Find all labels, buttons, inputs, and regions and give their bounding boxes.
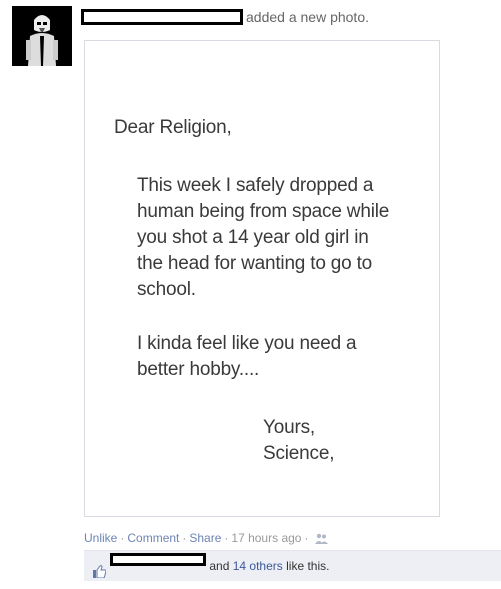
post-header-text: added a new photo. <box>246 9 369 25</box>
letter-signature: Science, <box>263 443 335 464</box>
letter-paragraph-1: This week I safely dropped a human being… <box>137 175 390 300</box>
others-link[interactable]: 14 others <box>233 559 283 573</box>
profile-avatar[interactable] <box>12 6 72 66</box>
likes-and: and <box>209 559 230 573</box>
letter-salutation: Dear Religion, <box>114 117 232 138</box>
unlike-link[interactable]: Unlike <box>84 531 117 545</box>
share-link[interactable]: Share <box>189 531 221 545</box>
friends-icon[interactable] <box>315 533 329 547</box>
letter-signoff: Yours, Science, <box>263 415 334 467</box>
redacted-liker-name <box>110 553 206 566</box>
redacted-name <box>81 9 243 25</box>
likes-suffix: like this. <box>286 559 330 573</box>
post-photo[interactable]: Dear Religion, This week I safely droppe… <box>84 40 440 517</box>
letter-paragraph-2: I kinda feel like you need a better hobb… <box>137 333 357 380</box>
thumbs-up-icon <box>92 559 107 589</box>
separator: · <box>304 531 309 545</box>
post-timestamp[interactable]: 17 hours ago <box>231 531 301 545</box>
comment-link[interactable]: Comment <box>127 531 179 545</box>
stormtrooper-icon <box>12 6 72 66</box>
likes-text: and 14 others like this. <box>110 551 329 581</box>
post-actions: Unlike · Comment · Share · 17 hours ago · <box>84 531 329 547</box>
separator: · <box>224 531 229 545</box>
separator: · <box>120 531 125 545</box>
letter-closing: Yours, <box>263 417 315 438</box>
likes-bar: and 14 others like this. <box>84 550 501 581</box>
separator: · <box>182 531 187 545</box>
post-header: added a new photo. <box>81 8 369 26</box>
